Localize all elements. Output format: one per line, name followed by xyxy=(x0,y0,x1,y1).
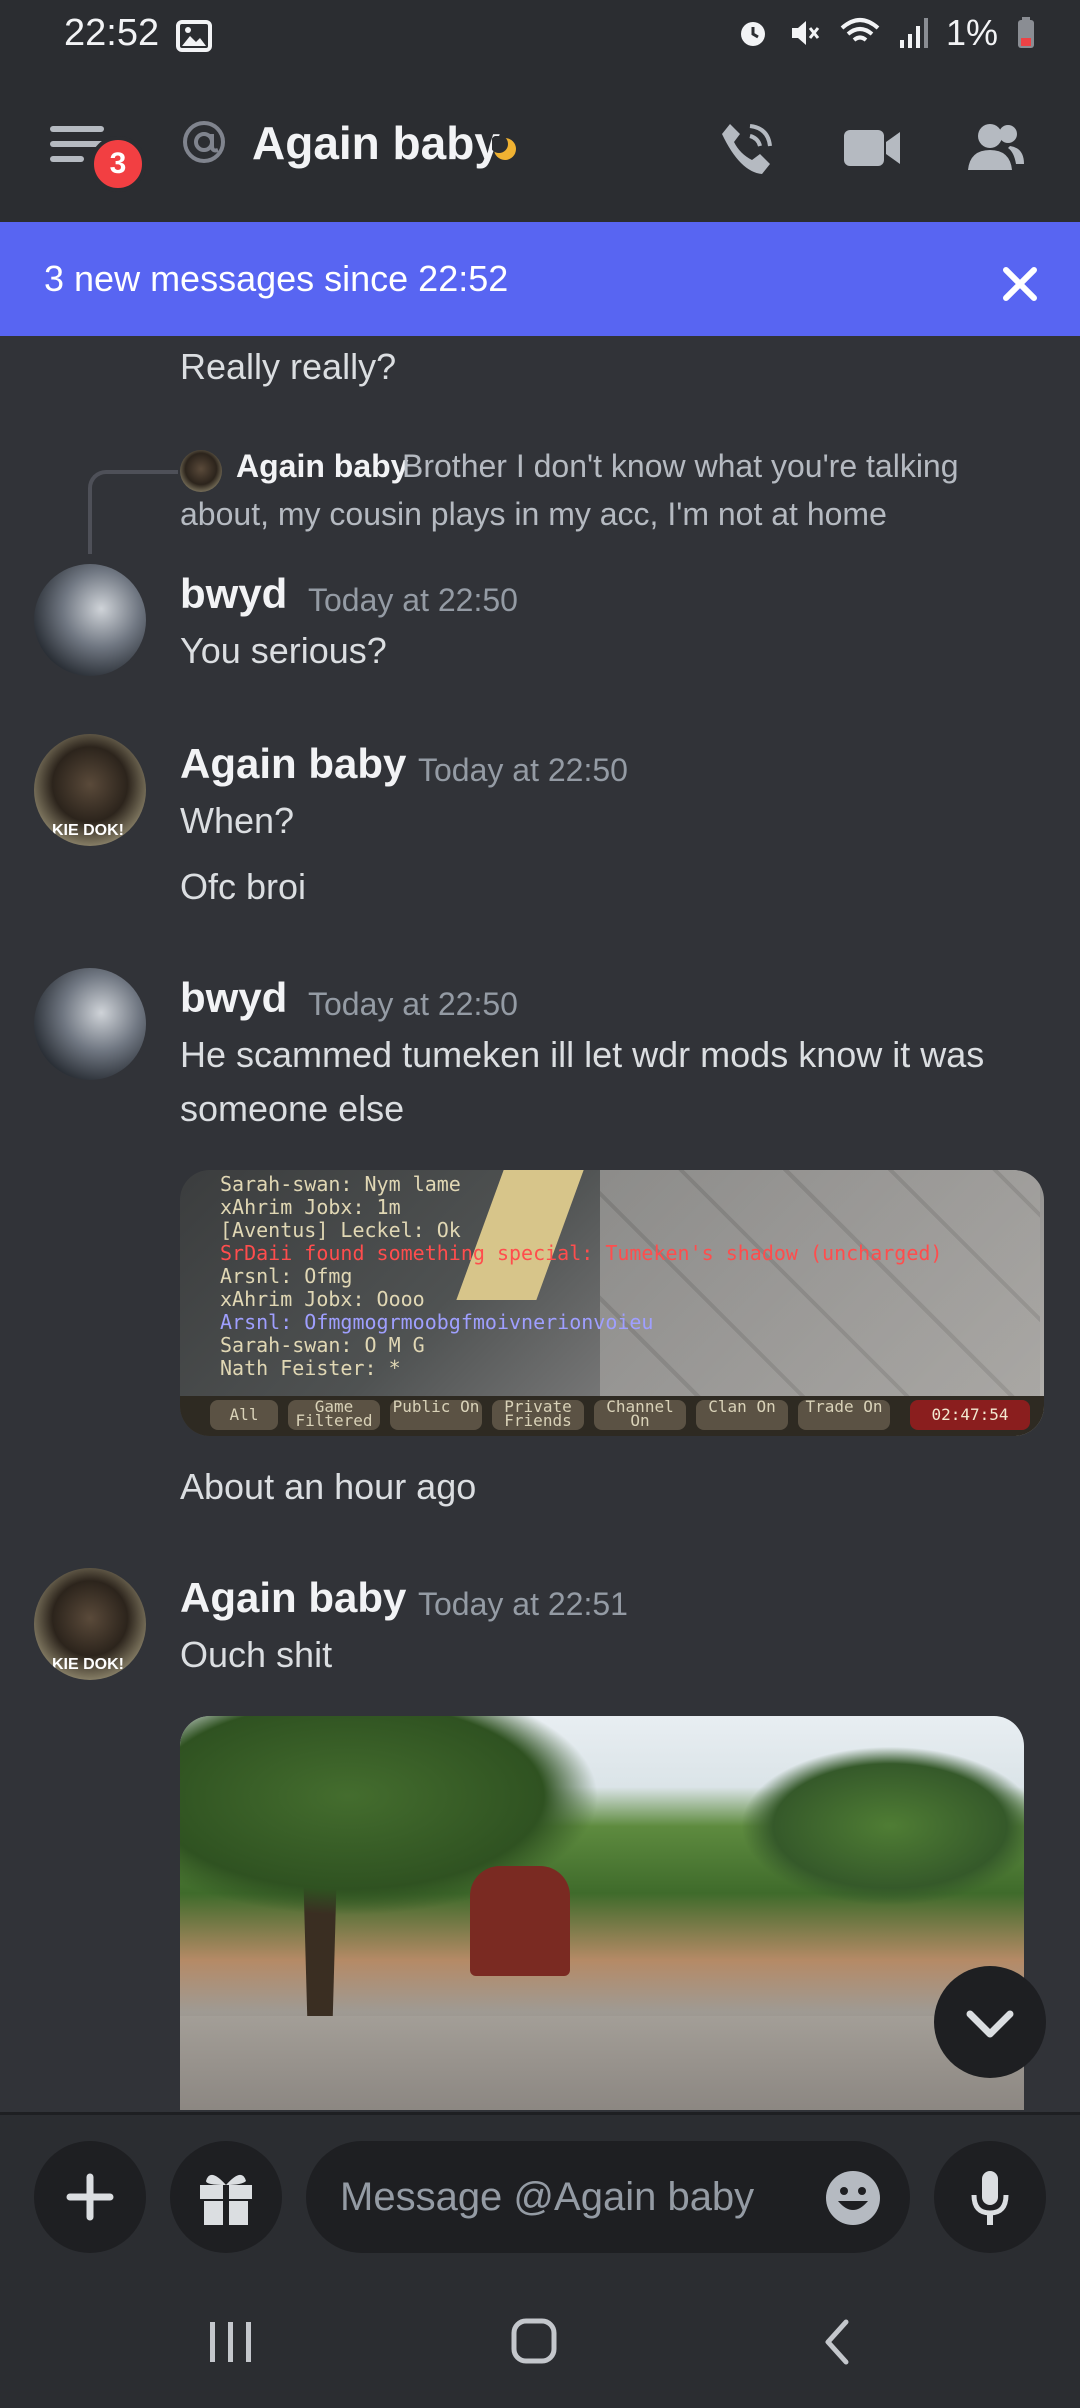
message-text: About an hour ago xyxy=(180,1466,477,1507)
back-icon xyxy=(825,2319,849,2365)
timestamp: Today at 22:51 xyxy=(418,1586,628,1622)
game-chat-line: Arsnl: Ofmg xyxy=(220,1264,353,1288)
photo-attachment[interactable] xyxy=(180,1716,1024,2110)
message-input-placeholder: Message @Again baby xyxy=(340,2175,755,2219)
timestamp: Today at 22:50 xyxy=(308,986,518,1022)
home-button[interactable] xyxy=(510,2316,558,2366)
message-text: Ofc broi xyxy=(180,866,307,907)
game-chat-line: Nath Feister: * xyxy=(220,1356,401,1380)
notification-badge: 3 xyxy=(90,136,146,192)
recents-icon xyxy=(210,2322,251,2362)
microphone-icon xyxy=(971,2171,1009,2225)
reply-avatar xyxy=(180,450,222,492)
message-input[interactable]: Message @Again baby xyxy=(306,2141,910,2253)
game-chat-line: Arsnl: Ofmgmogrmoobgfmoivnerionvoieu xyxy=(220,1310,654,1334)
gift-button[interactable] xyxy=(170,2141,282,2253)
message-text: Ouch shit xyxy=(180,1634,333,1675)
wifi-icon xyxy=(840,16,880,50)
game-chat-line: Sarah-swan: Nym lame xyxy=(220,1172,461,1196)
game-tab: Public On xyxy=(390,1399,482,1430)
video-call-button[interactable] xyxy=(842,124,902,172)
reply-preview-line2[interactable]: about, my cousin plays in my acc, I'm no… xyxy=(180,496,887,533)
timestamp: Today at 22:50 xyxy=(418,752,628,788)
add-attachment-button[interactable] xyxy=(34,2141,146,2253)
game-tab: All xyxy=(210,1400,278,1430)
status-bar: 22:52 1% xyxy=(0,0,1080,72)
reply-preview-line1[interactable]: Brother I don't know what you're talking xyxy=(402,448,959,485)
voice-message-button[interactable] xyxy=(934,2141,1046,2253)
voice-call-button[interactable] xyxy=(716,118,776,178)
signal-icon xyxy=(898,16,928,50)
game-chat-line: Sarah-swan: O M G xyxy=(220,1333,425,1357)
people-icon xyxy=(968,124,1024,170)
emoji-button[interactable] xyxy=(824,2169,882,2227)
username[interactable]: Again baby xyxy=(180,1574,406,1622)
game-chat-tabs: All Game Filtered Public On Private Frie… xyxy=(180,1396,1044,1436)
phone-call-icon xyxy=(722,124,772,174)
system-navigation-bar xyxy=(0,2274,1080,2408)
new-messages-text: 3 new messages since 22:52 xyxy=(44,258,509,299)
game-chat-line: [Aventus] Leckel: Ok xyxy=(220,1218,461,1242)
username[interactable]: Again baby xyxy=(180,740,406,788)
chevron-down-icon xyxy=(966,2010,1014,2038)
game-tab: Game Filtered xyxy=(288,1399,380,1430)
game-screenshot-attachment[interactable]: Sarah-swan: Nym lame xAhrim Jobx: 1m [Av… xyxy=(180,1170,1044,1436)
members-button[interactable] xyxy=(964,120,1026,174)
home-icon xyxy=(511,2318,557,2364)
game-tab: Private Friends xyxy=(492,1399,584,1430)
message-composer: Message @Again baby xyxy=(0,2112,1080,2275)
avatar[interactable] xyxy=(34,968,146,1080)
reply-connector xyxy=(88,470,178,554)
message-text: He scammed tumeken ill let wdr mods know… xyxy=(180,1034,985,1075)
dm-title: Again baby xyxy=(252,117,500,169)
username[interactable]: bwyd xyxy=(180,570,287,618)
channel-header: 3 Again baby xyxy=(0,72,1080,224)
status-icons: 1% xyxy=(736,12,1036,54)
message-text: You serious? xyxy=(180,630,387,671)
game-chat-line: SrDaii found something special: Tumeken'… xyxy=(220,1241,943,1265)
gift-icon xyxy=(200,2174,252,2225)
back-button[interactable] xyxy=(818,2318,858,2366)
timestamp: Today at 22:50 xyxy=(308,582,518,618)
username[interactable]: bwyd xyxy=(180,974,287,1022)
game-chat-line: xAhrim Jobx: Oooo xyxy=(220,1287,425,1311)
game-tab: Channel On xyxy=(594,1399,686,1430)
avatar[interactable] xyxy=(34,564,146,676)
idle-status-icon xyxy=(492,136,518,162)
message-text: Really really? xyxy=(180,346,397,387)
at-icon xyxy=(180,118,228,166)
battery-percent: 1% xyxy=(945,12,998,53)
message-text: When? xyxy=(180,800,295,841)
close-icon xyxy=(1003,267,1037,301)
video-camera-icon xyxy=(844,130,900,166)
game-tab: Trade On xyxy=(798,1399,890,1430)
message-text: someone else xyxy=(180,1088,405,1129)
avatar[interactable]: KIE DOK! xyxy=(34,1568,146,1680)
avatar-caption: KIE DOK! xyxy=(52,1656,124,1673)
mute-icon xyxy=(788,16,822,50)
avatar[interactable]: KIE DOK! xyxy=(34,734,146,846)
jump-to-bottom-button[interactable] xyxy=(934,1966,1046,2078)
plus-icon xyxy=(66,2173,114,2221)
game-chat-line: xAhrim Jobx: 1m xyxy=(220,1195,401,1219)
game-timer: 02:47:54 xyxy=(910,1400,1030,1430)
dismiss-banner-button[interactable] xyxy=(1000,250,1040,304)
recents-button[interactable] xyxy=(206,2318,256,2366)
reply-author[interactable]: Again baby xyxy=(236,448,408,485)
gallery-notification-icon xyxy=(176,18,212,54)
avatar-caption: KIE DOK! xyxy=(52,822,124,839)
alarm-icon xyxy=(736,16,770,50)
battery-low-icon xyxy=(1016,16,1036,50)
status-time: 22:52 xyxy=(64,12,160,54)
smiley-icon xyxy=(826,2171,880,2225)
game-tab: Clan On xyxy=(696,1399,788,1430)
new-messages-banner[interactable]: 3 new messages since 22:52 xyxy=(0,222,1080,336)
